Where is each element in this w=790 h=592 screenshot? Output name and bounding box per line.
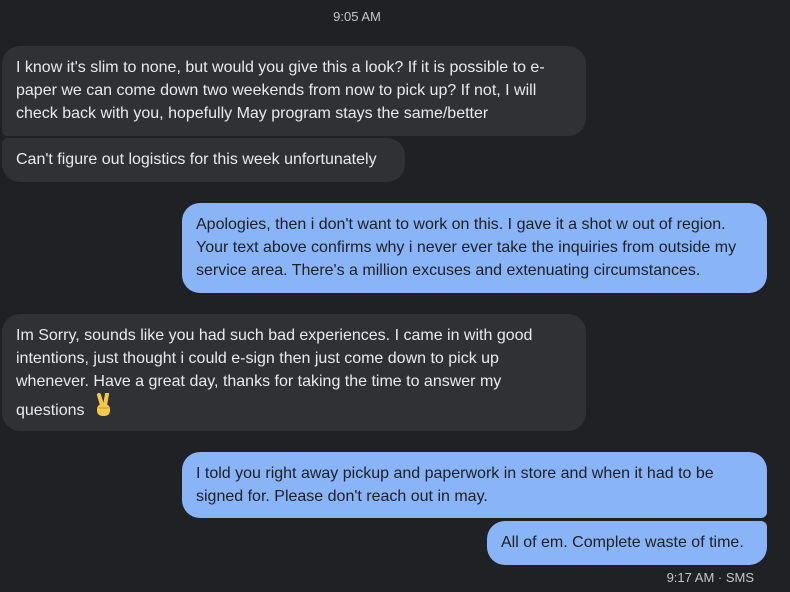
message-status: 9:17 AM · SMS [666,570,754,585]
message-text: Can't figure out logistics for this week… [16,151,377,168]
message-bubble-outgoing[interactable]: I told you right away pickup and paperwo… [182,452,767,518]
message-bubble-outgoing[interactable]: All of em. Complete waste of time. [487,521,767,565]
message-bubble-incoming[interactable]: Can't figure out logistics for this week… [2,138,405,182]
message-bubble-incoming[interactable]: Im Sorry, sounds like you had such bad e… [2,314,586,431]
message-text: I told you right away pickup and paperwo… [196,465,714,505]
message-bubble-incoming[interactable]: I know it's slim to none, but would you … [2,46,586,136]
message-bubble-outgoing[interactable]: Apologies, then i don't want to work on … [182,203,767,293]
message-thread: 9:05 AM I know it's slim to none, but wo… [0,0,790,592]
timestamp: 9:05 AM [333,9,381,24]
victory-hand-icon [93,392,115,426]
message-text: All of em. Complete waste of time. [501,534,744,551]
message-text: I know it's slim to none, but would you … [16,59,545,122]
message-text: Apologies, then i don't want to work on … [196,216,737,279]
